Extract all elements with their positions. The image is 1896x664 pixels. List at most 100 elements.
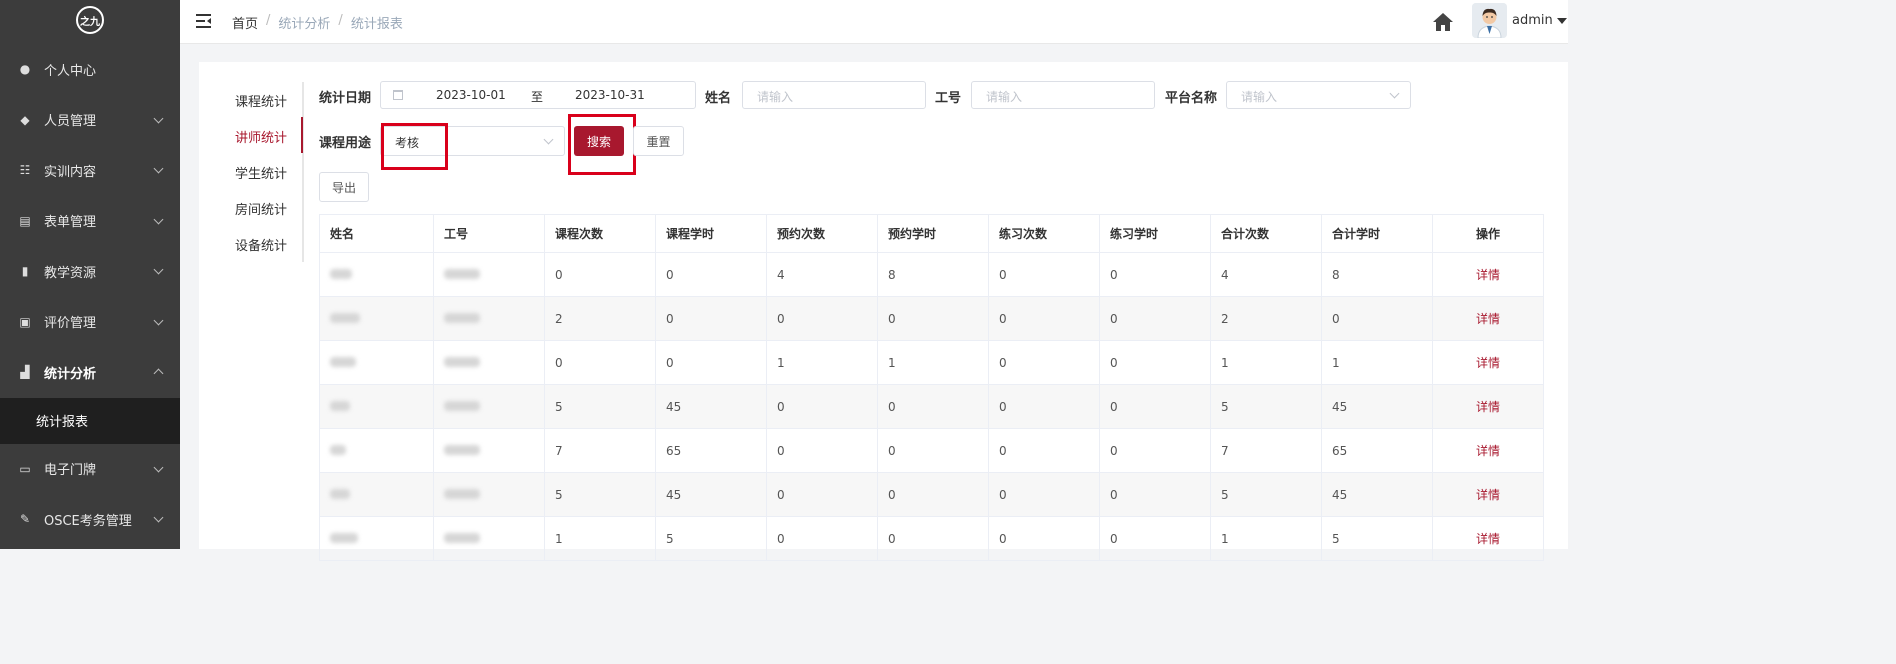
table-cell: 1 [1210,516,1322,561]
table-cell: 5 [1210,472,1322,517]
details-link[interactable]: 详情 [1476,488,1500,502]
sidebar-item[interactable]: ▤ 表单管理 [0,196,180,247]
sidebar-item-label: 教学资源 [44,265,97,281]
table-cell: 1 [1210,340,1322,385]
table-cell: 0 [655,252,767,297]
sidebar-item-label: 实训内容 [44,164,97,180]
date-separator: 至 [531,90,544,104]
cell-name-redacted [319,384,434,429]
avatar-image [1472,3,1507,38]
table-cell: 5 [1210,384,1322,429]
export-button[interactable]: 导出 [319,172,369,202]
date-end[interactable]: 2023-10-31 [575,88,645,102]
table-cell: 45 [1321,384,1433,429]
caret-down-icon[interactable] [1557,18,1567,24]
platform-select[interactable]: 请输入 [1226,81,1411,109]
cell-id-redacted [433,428,545,473]
subnav-student-stats[interactable]: 学生统计 [235,163,287,182]
sidebar-item-label: 表单管理 [44,215,97,231]
table-cell: 7 [544,428,656,473]
sidebar-item-label: 电子门牌 [44,463,97,479]
breadcrumb-home[interactable]: 首页 [232,13,258,32]
evaluation-icon: ▣ [19,314,31,329]
table-cell: 0 [544,252,656,297]
subnav-teacher-stats[interactable]: 讲师统计 [235,127,287,146]
sidebar-item[interactable]: ▮ 教学资源 [0,246,180,297]
details-link[interactable]: 详情 [1476,532,1500,546]
sidebar-item-label: 评价管理 [44,316,97,332]
sidebar-item[interactable]: ▟ 统计分析 [0,347,180,398]
table-cell: 0 [766,472,878,517]
home-icon[interactable] [1432,11,1454,33]
calendar-icon [393,90,403,100]
details-link[interactable]: 详情 [1476,444,1500,458]
cell-name-redacted [319,296,434,341]
table-cell: 0 [544,340,656,385]
table-cell: 1 [1321,340,1433,385]
reset-button[interactable]: 重置 [633,126,684,156]
teacher-stats-table: 姓名 工号 课程次数 课程学时 预约次数 预约学时 练习次数 练习学时 合计次数 合计学时 操作 0… [319,214,1544,561]
logo: 之九 [0,0,180,40]
table-cell: 5 [655,516,767,561]
date-range-picker[interactable]: 2023-10-01 至 2023-10-31 [380,81,696,109]
sidebar: 之九 ● 个人中心 ◆ 人员管理 ☷ 实训内容 ▤ 表单管理 ▮ 教学资源 ▣ 评价管理 ▟ 统计分析 统计… [0,0,180,549]
sidebar-item[interactable]: ▭ 电子门牌 [0,444,180,495]
cell-name-redacted [319,516,434,561]
chevron-down-icon [543,134,554,145]
submenu-item-report[interactable]: 统计报表 [0,397,180,444]
breadcrumb-statistics: 统计分析 [278,17,331,32]
subnav-course-stats[interactable]: 课程统计 [235,91,287,110]
subnav-device-stats[interactable]: 设备统计 [235,235,287,254]
sidebar-item-label: 人员管理 [44,114,97,130]
table-cell: 5 [544,384,656,429]
menu-toggle-icon[interactable] [196,14,211,28]
chevron-down-icon [1389,88,1400,99]
sidebar-item[interactable]: ☷ 实训内容 [0,145,180,196]
subnav-room-stats[interactable]: 房间统计 [235,199,287,218]
table-cell: 0 [988,472,1100,517]
breadcrumb: 首页 / 统计分析 / 统计报表 [232,13,403,32]
sidebar-item[interactable]: ✎ OSCE考务管理 [0,494,180,545]
cell-name-redacted [319,428,434,473]
chevron-down-icon [153,113,164,124]
form-icon: ▤ [19,213,31,228]
name-input[interactable]: 请输入 [742,81,926,109]
table-cell: 1 [766,340,878,385]
table-row: 0 0 4 8 0 0 4 8 详情 [319,252,1544,297]
table-cell: 0 [1099,252,1211,297]
table-cell: 0 [988,384,1100,429]
table-cell: 0 [877,384,989,429]
cell-id-redacted [433,252,545,297]
sidebar-item[interactable]: ● 个人中心 [0,44,180,95]
table-cell: 0 [1099,384,1211,429]
content-icon: ☷ [19,163,31,178]
cell-name-redacted [319,340,434,385]
id-input[interactable]: 请输入 [971,81,1155,109]
avatar[interactable] [1472,3,1507,38]
chevron-up-icon [153,368,164,379]
date-start[interactable]: 2023-10-01 [436,88,506,102]
bar-chart-icon: ▟ [20,365,30,380]
edit-icon: ✎ [19,512,31,527]
table-cell: 0 [766,428,878,473]
details-link[interactable]: 详情 [1476,268,1500,282]
sidebar-item[interactable]: ◆ 人员管理 [0,95,180,146]
breadcrumb-separator: / [266,13,271,28]
purpose-label: 课程用途 [319,136,372,151]
column-header: 预约学时 [877,214,989,253]
sidebar-item[interactable]: ▣ 评价管理 [0,297,180,348]
details-link[interactable]: 详情 [1476,400,1500,414]
table-cell: 0 [988,340,1100,385]
id-placeholder: 请输入 [986,90,1023,104]
table-header-row: 姓名 工号 课程次数 课程学时 预约次数 预约学时 练习次数 练习学时 合计次数 合计学时 操作 [319,214,1544,253]
annotation-highlight-purpose [381,123,448,170]
table-cell: 0 [655,296,767,341]
details-link[interactable]: 详情 [1476,356,1500,370]
user-name[interactable]: admin [1512,13,1553,28]
chevron-down-icon [153,264,164,275]
table-cell: 0 [1099,472,1211,517]
details-link[interactable]: 详情 [1476,312,1500,326]
table-cell: 0 [1099,296,1211,341]
table-cell: 0 [988,296,1100,341]
table-cell: 4 [1210,252,1322,297]
